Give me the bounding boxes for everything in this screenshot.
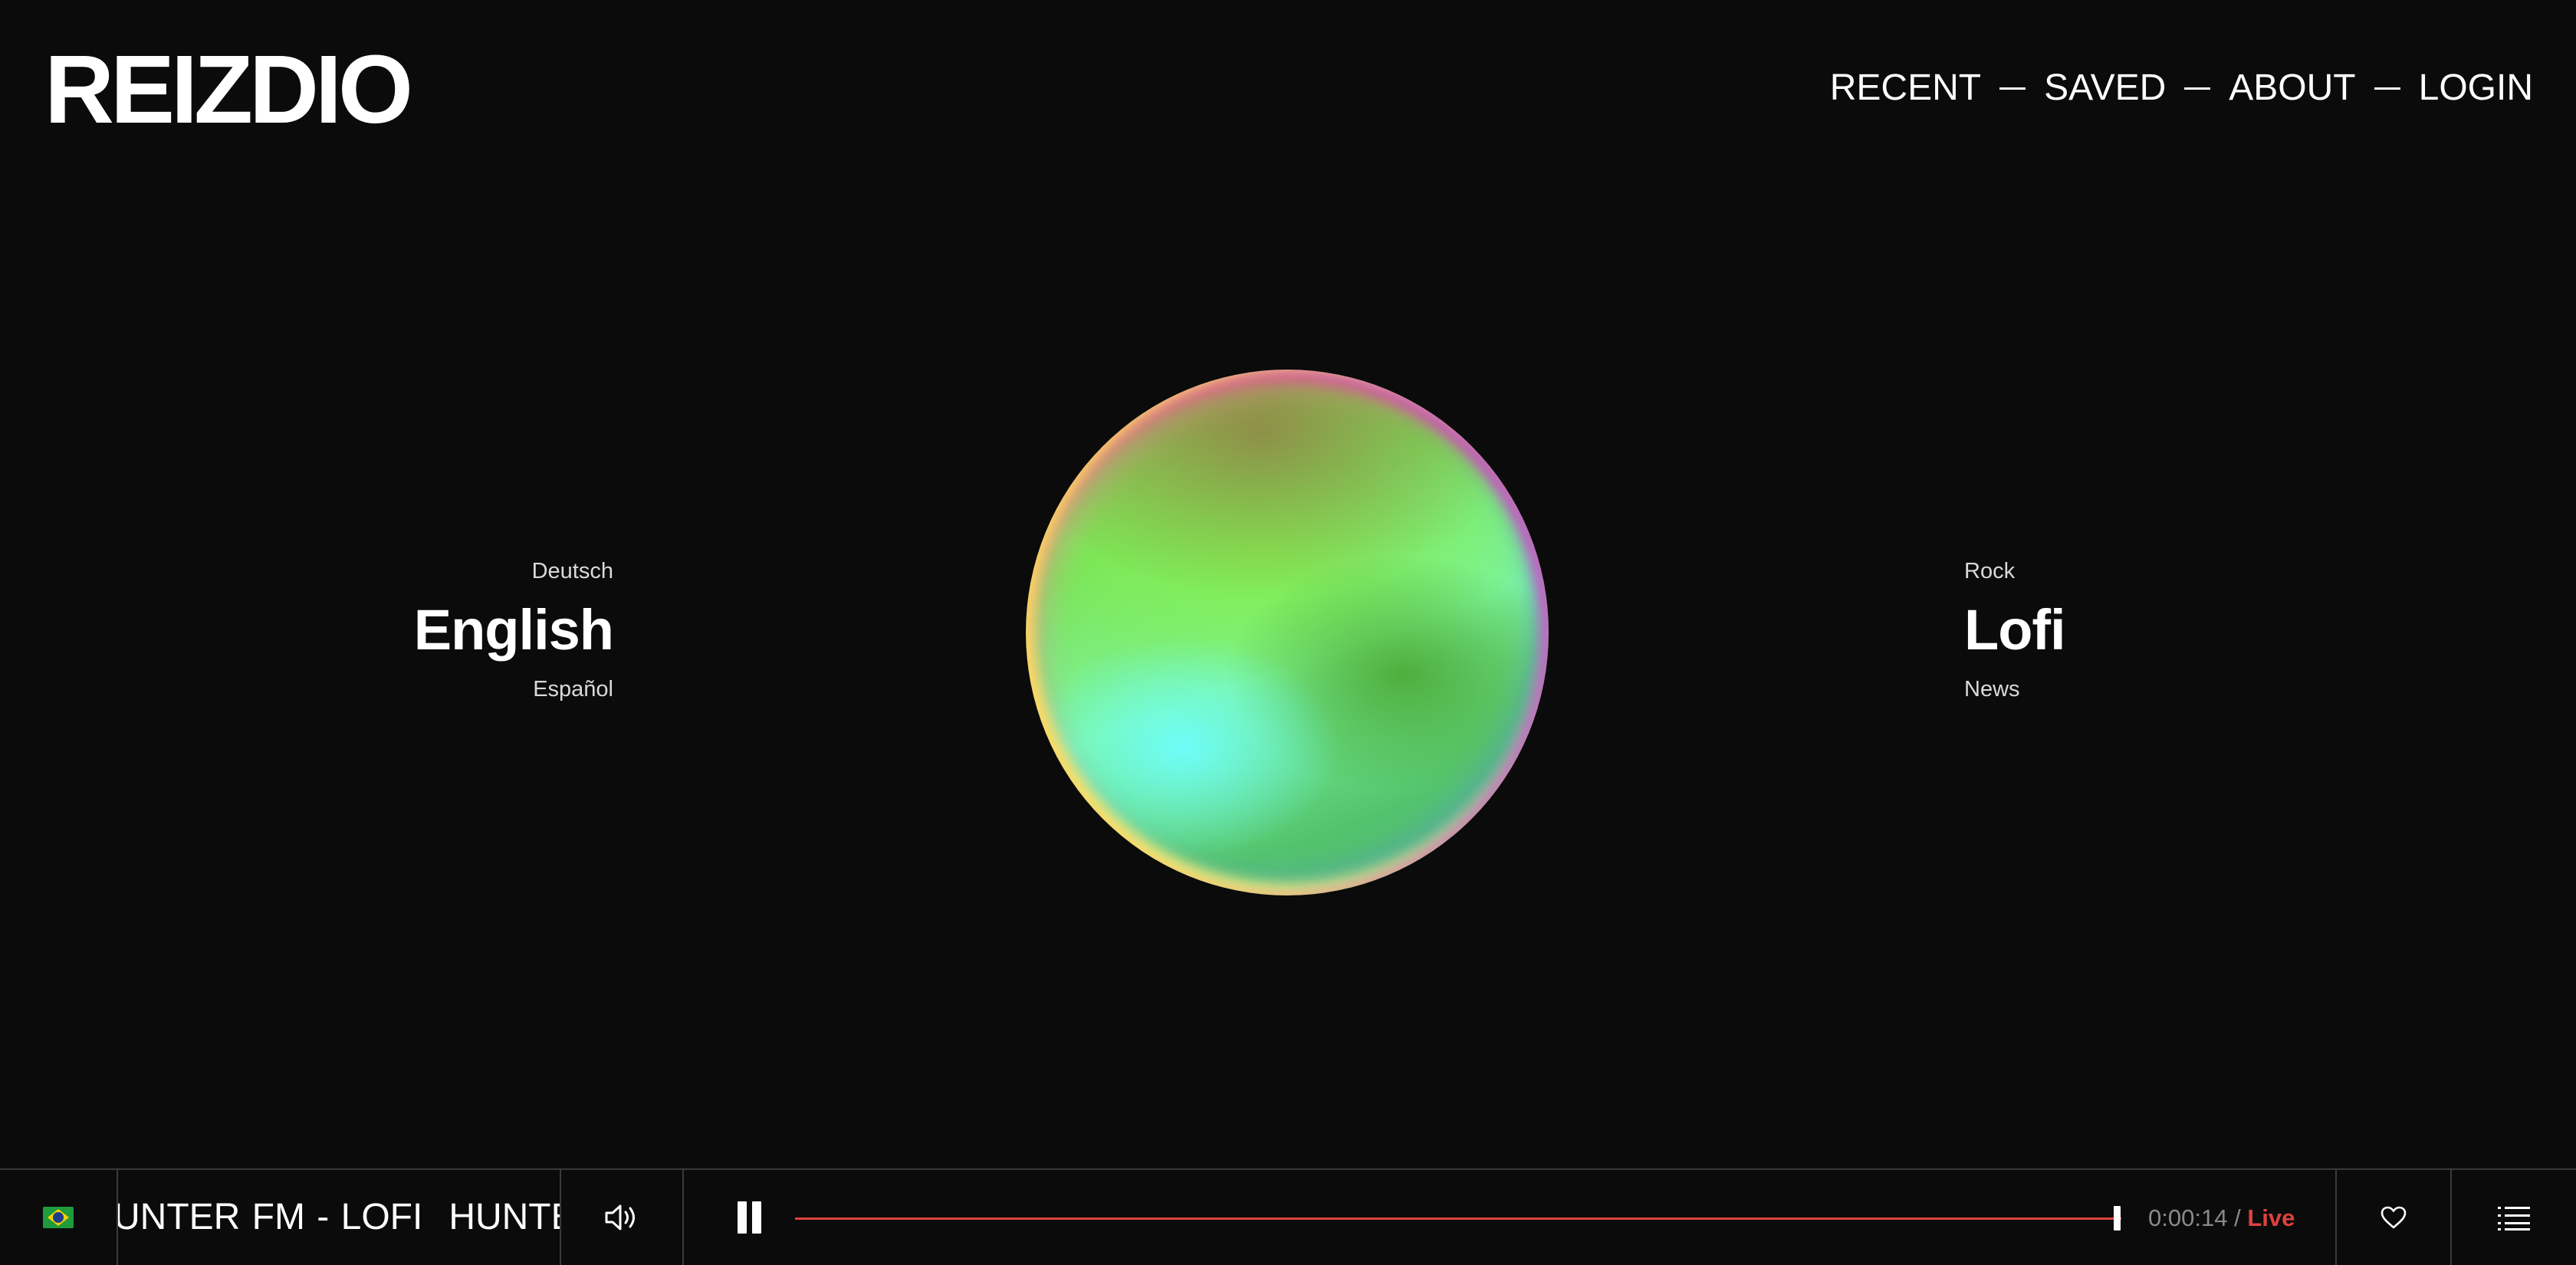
now-playing-ticker[interactable]: UNTER FM - LOFI HUNTER [118,1170,560,1265]
genre-previous[interactable]: Rock [1964,552,2194,590]
playback-time: 0:00:14 / Live [2148,1201,2295,1236]
logo[interactable]: REIZDIO [44,40,413,140]
station-country[interactable] [0,1170,117,1265]
pause-icon [738,1201,761,1234]
live-indicator[interactable]: Live [2247,1204,2295,1231]
nav-separator [2374,87,2400,90]
progress-track[interactable] [795,1217,2121,1220]
brazil-flag-icon [43,1207,74,1228]
save-station-button[interactable] [2337,1170,2450,1265]
nav-about[interactable]: ABOUT [2229,66,2355,110]
genre-selected[interactable]: Lofi [1964,590,2194,670]
elapsed-time: 0:00:14 [2148,1204,2228,1231]
language-selector: Deutsch English Español [383,552,614,708]
now-playing-title: UNTER FM - LOFI [118,1197,423,1237]
nav-separator [1999,87,2026,90]
progress-handle[interactable] [2114,1206,2121,1230]
volume-button[interactable] [561,1170,682,1265]
genre-selector: Rock Lofi News [1964,552,2194,708]
now-playing-text: UNTER FM - LOFI HUNTER [118,1195,560,1240]
playlist-button[interactable] [2452,1170,2576,1265]
language-previous[interactable]: Deutsch [383,552,613,590]
nav-separator [2184,87,2211,90]
pause-button[interactable] [721,1170,779,1265]
main-nav: RECENT SAVED ABOUT LOGIN [1830,66,2533,110]
language-selected[interactable]: English [383,590,614,670]
time-separator: / [2234,1204,2241,1231]
now-playing-title-repeat: HUNTER [449,1197,560,1237]
language-next[interactable]: Español [383,670,613,708]
visualizer-orb[interactable] [1026,370,1549,895]
heart-icon [2380,1206,2407,1229]
divider [682,1170,684,1265]
list-icon [2498,1207,2530,1230]
nav-login[interactable]: LOGIN [2419,66,2533,110]
nav-recent[interactable]: RECENT [1830,66,1981,110]
nav-saved[interactable]: SAVED [2044,66,2166,110]
page: REIZDIO RECENT SAVED ABOUT LOGIN Deutsch… [0,0,2576,1265]
player-bar: UNTER FM - LOFI HUNTER 0:00:14 / Live [0,1168,2576,1265]
genre-next[interactable]: News [1964,670,2194,708]
speaker-icon [605,1204,635,1230]
